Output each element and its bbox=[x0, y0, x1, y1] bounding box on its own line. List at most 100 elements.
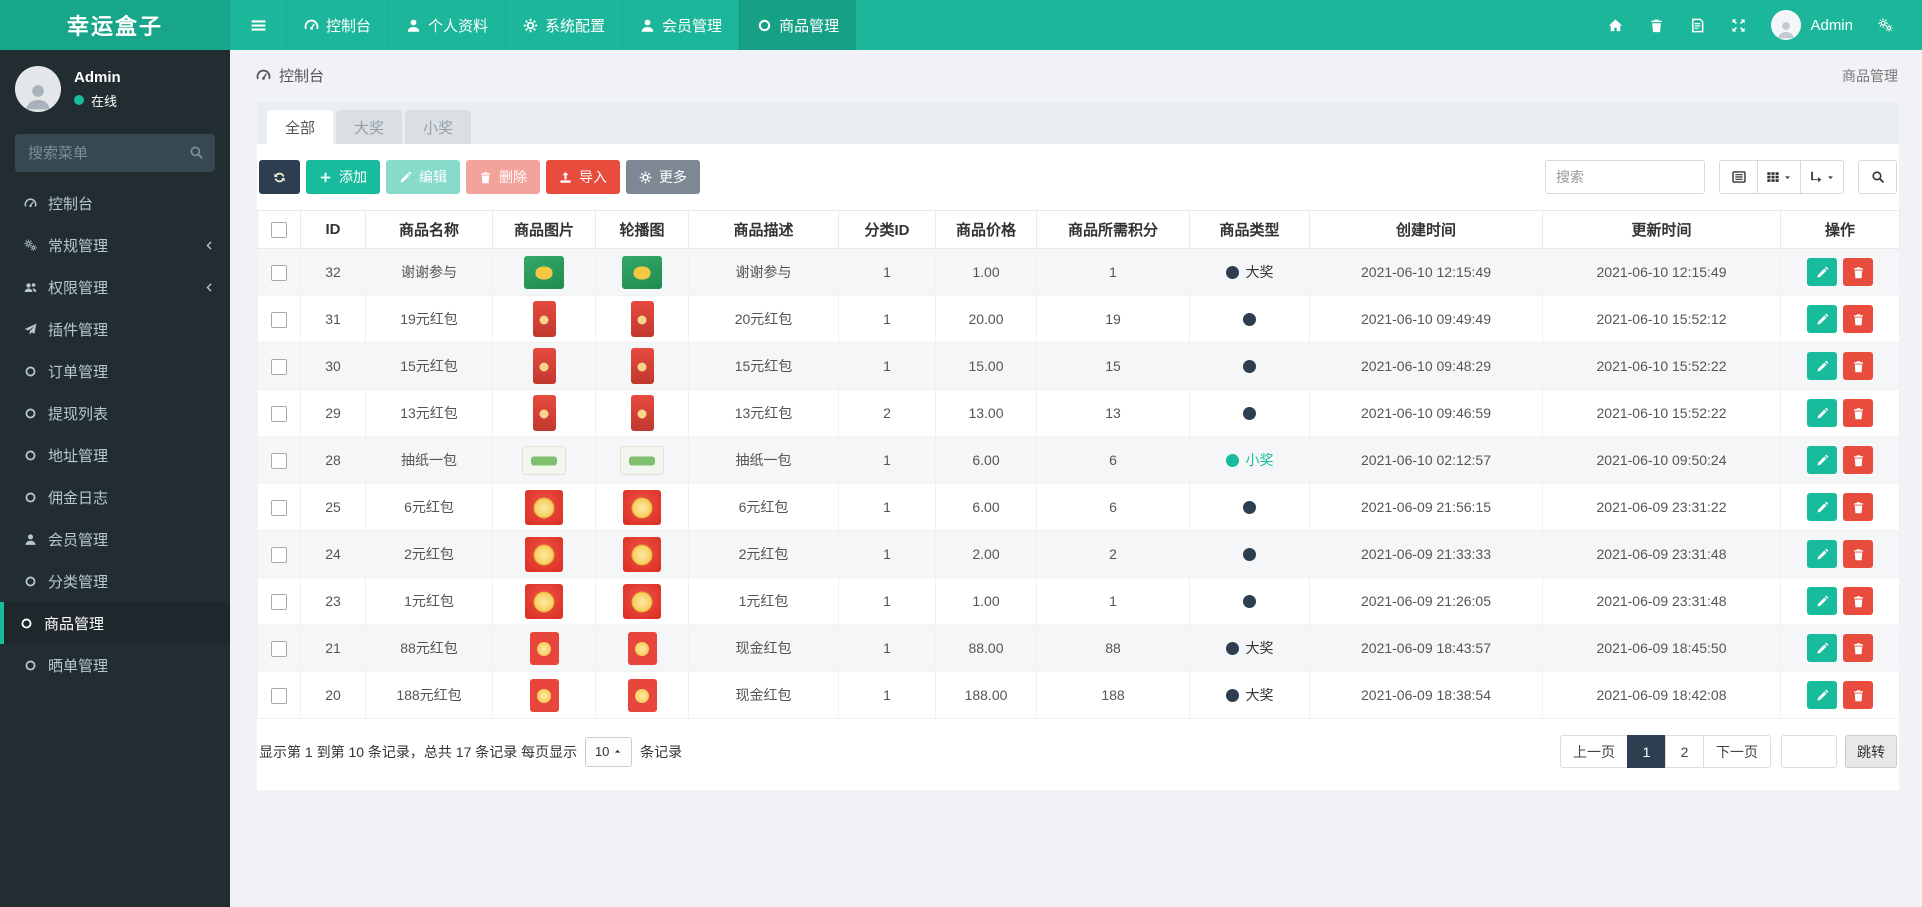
row-checkbox[interactable] bbox=[271, 593, 287, 610]
home-button[interactable] bbox=[1595, 0, 1636, 50]
sidebar-item-auth[interactable]: 权限管理 bbox=[0, 266, 230, 308]
tab-big-prize[interactable]: 大奖 bbox=[336, 110, 403, 144]
row-checkbox[interactable] bbox=[271, 405, 287, 422]
topnav-item-profile[interactable]: 个人资料 bbox=[388, 0, 505, 50]
topnav-item-label: 商品管理 bbox=[779, 17, 840, 35]
page-button-1[interactable]: 1 bbox=[1627, 735, 1666, 768]
trash-icon bbox=[1649, 18, 1664, 33]
trash-icon bbox=[1852, 548, 1865, 561]
sidebar-item-withdraw[interactable]: 提现列表 bbox=[0, 392, 230, 434]
cell-category-id: 1 bbox=[838, 295, 936, 343]
select-all-checkbox[interactable] bbox=[271, 222, 287, 239]
trash-icon bbox=[1852, 454, 1865, 467]
search-toggle-button[interactable] bbox=[1858, 160, 1897, 194]
cell-operations bbox=[1780, 530, 1900, 578]
topnav-item-config[interactable]: 系统配置 bbox=[505, 0, 622, 50]
sidebar-item-goods[interactable]: 商品管理 bbox=[0, 602, 230, 644]
topnav-item-dashboard[interactable]: 控制台 bbox=[286, 0, 388, 50]
pagination-summary: 显示第 1 到第 10 条记录，总共 17 条记录 每页显示 10 条记录 bbox=[259, 736, 683, 767]
person-icon bbox=[23, 82, 53, 112]
cell-id: 21 bbox=[300, 624, 366, 672]
prev-page-button[interactable]: 上一页 bbox=[1560, 735, 1628, 768]
carousel-image bbox=[623, 583, 661, 619]
row-checkbox[interactable] bbox=[271, 452, 287, 469]
cell-desc: 抽纸一包 bbox=[688, 436, 839, 484]
row-delete-button[interactable] bbox=[1843, 305, 1873, 333]
cell-id: 20 bbox=[300, 671, 366, 719]
sidebar-item-member[interactable]: 会员管理 bbox=[0, 518, 230, 560]
row-edit-button[interactable] bbox=[1807, 634, 1837, 662]
row-delete-button[interactable] bbox=[1843, 352, 1873, 380]
cell-image bbox=[492, 248, 596, 296]
row-checkbox[interactable] bbox=[271, 687, 287, 704]
summary-suffix: 条记录 bbox=[640, 743, 683, 760]
row-edit-button[interactable] bbox=[1807, 305, 1837, 333]
topnav-item-member[interactable]: 会员管理 bbox=[622, 0, 739, 50]
row-edit-button[interactable] bbox=[1807, 587, 1837, 615]
row-delete-button[interactable] bbox=[1843, 399, 1873, 427]
row-delete-button[interactable] bbox=[1843, 681, 1873, 709]
row-edit-button[interactable] bbox=[1807, 399, 1837, 427]
sidebar-item-address[interactable]: 地址管理 bbox=[0, 434, 230, 476]
sidebar-item-category[interactable]: 分类管理 bbox=[0, 560, 230, 602]
next-page-button[interactable]: 下一页 bbox=[1703, 735, 1771, 768]
edit-button[interactable]: 编辑 bbox=[386, 160, 460, 194]
topnav-item-goods[interactable]: 商品管理 bbox=[739, 0, 857, 50]
cache-file-button[interactable] bbox=[1677, 0, 1718, 50]
sidebar-item-dashboard[interactable]: 控制台 bbox=[0, 182, 230, 224]
expand-button[interactable] bbox=[1718, 0, 1759, 50]
row-edit-button[interactable] bbox=[1807, 493, 1837, 521]
refresh-button[interactable] bbox=[259, 160, 300, 194]
jump-button[interactable]: 跳转 bbox=[1845, 735, 1897, 768]
row-edit-button[interactable] bbox=[1807, 258, 1837, 286]
breadcrumb-left-label[interactable]: 控制台 bbox=[279, 65, 324, 86]
row-delete-button[interactable] bbox=[1843, 446, 1873, 474]
sidebar-toggle-button[interactable] bbox=[230, 0, 286, 50]
sidebar-item-general[interactable]: 常规管理 bbox=[0, 224, 230, 266]
cell-name: 13元红包 bbox=[365, 389, 493, 437]
export-button[interactable] bbox=[1800, 160, 1844, 194]
row-edit-button[interactable] bbox=[1807, 352, 1837, 380]
row-checkbox[interactable] bbox=[271, 546, 287, 563]
row-checkbox[interactable] bbox=[271, 499, 287, 516]
caret-down-icon bbox=[1783, 173, 1792, 182]
row-edit-button[interactable] bbox=[1807, 446, 1837, 474]
detail-view-button[interactable] bbox=[1719, 160, 1758, 194]
trash-icon bbox=[1852, 360, 1865, 373]
settings-cogs-button[interactable] bbox=[1865, 0, 1906, 50]
user-menu[interactable]: Admin bbox=[1759, 0, 1865, 50]
row-edit-button[interactable] bbox=[1807, 681, 1837, 709]
columns-toggle-button[interactable] bbox=[1757, 160, 1801, 194]
tab-all[interactable]: 全部 bbox=[267, 110, 334, 144]
delete-button[interactable]: 删除 bbox=[466, 160, 540, 194]
pencil-icon bbox=[1816, 266, 1829, 279]
more-button[interactable]: 更多 bbox=[626, 160, 700, 194]
menu-search-input[interactable] bbox=[15, 134, 215, 172]
row-delete-button[interactable] bbox=[1843, 540, 1873, 568]
page-size-select[interactable]: 10 bbox=[585, 736, 633, 767]
send-icon bbox=[24, 323, 37, 336]
row-delete-button[interactable] bbox=[1843, 587, 1873, 615]
row-delete-button[interactable] bbox=[1843, 258, 1873, 286]
table-search-input[interactable] bbox=[1545, 160, 1705, 194]
row-checkbox[interactable] bbox=[271, 264, 287, 281]
row-checkbox[interactable] bbox=[271, 311, 287, 328]
row-edit-button[interactable] bbox=[1807, 540, 1837, 568]
page-button-2[interactable]: 2 bbox=[1665, 735, 1704, 768]
table-row: 29 13元红包 13元红包 2 13.00 13 2021-06-10 09:46:59 2… bbox=[257, 389, 1900, 437]
import-button[interactable]: 导入 bbox=[546, 160, 620, 194]
row-delete-button[interactable] bbox=[1843, 634, 1873, 662]
sidebar-item-commission[interactable]: 佣金日志 bbox=[0, 476, 230, 518]
cell-updated: 2021-06-10 12:15:49 bbox=[1542, 248, 1781, 296]
trash-button[interactable] bbox=[1636, 0, 1677, 50]
row-checkbox[interactable] bbox=[271, 640, 287, 657]
sidebar-item-order[interactable]: 订单管理 bbox=[0, 350, 230, 392]
sidebar-item-review[interactable]: 晒单管理 bbox=[0, 644, 230, 686]
tab-small-prize[interactable]: 小奖 bbox=[405, 110, 472, 144]
sidebar-item-addon[interactable]: 插件管理 bbox=[0, 308, 230, 350]
jump-page-input[interactable] bbox=[1781, 735, 1837, 768]
add-button[interactable]: 添加 bbox=[306, 160, 380, 194]
cell-name: 188元红包 bbox=[365, 671, 493, 719]
row-checkbox[interactable] bbox=[271, 358, 287, 375]
row-delete-button[interactable] bbox=[1843, 493, 1873, 521]
